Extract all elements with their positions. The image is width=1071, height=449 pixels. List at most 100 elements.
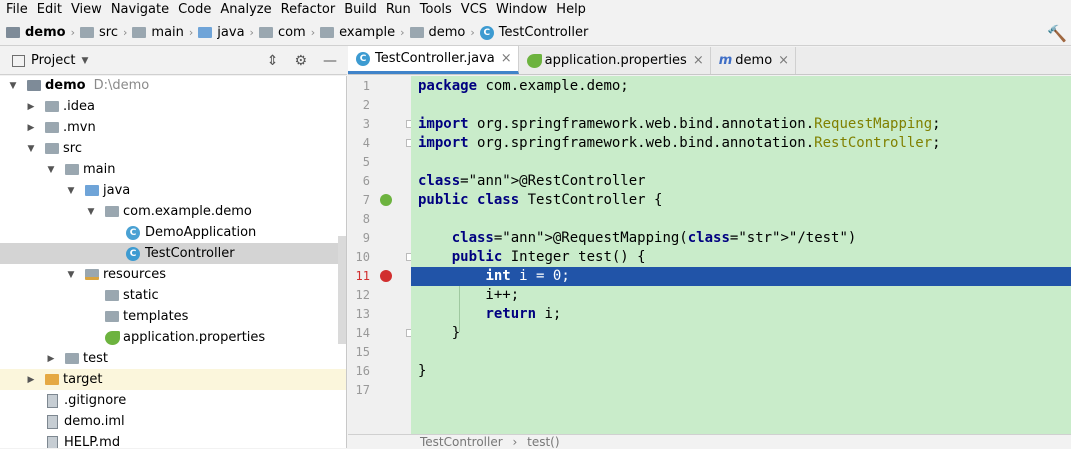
tree-item-demoapplication[interactable]: C DemoApplication: [0, 222, 346, 243]
code-line[interactable]: int i = 0;: [411, 267, 1071, 286]
code-line[interactable]: class="ann">@RequestMapping(class="str">…: [411, 229, 1071, 248]
chevron-down-icon[interactable]: ▼: [86, 207, 96, 217]
tree-item-gitignore[interactable]: .gitignore: [0, 390, 346, 411]
tree-item-demo-iml[interactable]: demo.iml: [0, 411, 346, 432]
class-icon: C: [126, 246, 140, 261]
spring-bean-icon[interactable]: [380, 194, 392, 206]
crumb-java[interactable]: java ›: [198, 20, 259, 46]
class-icon: C: [356, 51, 370, 66]
module-folder-icon: [27, 80, 41, 91]
code-line[interactable]: [411, 153, 1071, 172]
chevron-right-icon[interactable]: ▶: [26, 123, 36, 133]
code-line[interactable]: [411, 96, 1071, 115]
menu-window[interactable]: Window: [494, 0, 554, 20]
tree-item-java[interactable]: ▼ java: [0, 180, 346, 201]
tab-application-properties[interactable]: application.properties ×: [519, 47, 711, 74]
menu-analyze[interactable]: Analyze: [218, 0, 278, 20]
chevron-down-icon[interactable]: ▼: [66, 186, 76, 196]
code-line[interactable]: import org.springframework.web.bind.anno…: [411, 115, 1071, 134]
spring-properties-icon: [105, 330, 120, 345]
breakpoint-icon[interactable]: [380, 270, 392, 282]
tree-item-test[interactable]: ▶ test: [0, 348, 346, 369]
line-number: 4: [362, 136, 370, 150]
menu-file[interactable]: File: [4, 0, 35, 20]
tree-item-src[interactable]: ▼ src: [0, 138, 346, 159]
line-number: 8: [362, 212, 370, 226]
chevron-right-icon[interactable]: ▶: [46, 354, 56, 364]
menu-edit[interactable]: Edit: [35, 0, 69, 20]
tree-item-target[interactable]: ▶ target: [0, 369, 346, 390]
chevron-down-icon[interactable]: ▼: [46, 165, 56, 175]
tab-demo-pom[interactable]: m demo ×: [711, 47, 797, 74]
menu-refactor[interactable]: Refactor: [279, 0, 343, 20]
crumb-demo[interactable]: demo ›: [6, 20, 80, 46]
collapse-all-icon[interactable]: ⇕: [267, 53, 279, 69]
close-icon[interactable]: ×: [693, 53, 704, 68]
tree-item-package[interactable]: ▼ com.example.demo: [0, 201, 346, 222]
tree-item-resources[interactable]: ▼ resources: [0, 264, 346, 285]
close-icon[interactable]: ×: [501, 51, 512, 66]
code-line[interactable]: i++;: [411, 286, 1071, 305]
chevron-down-icon[interactable]: ▼: [26, 144, 36, 154]
crumb-com[interactable]: com ›: [258, 20, 320, 46]
editor-breadcrumb: TestController › test(): [348, 434, 1071, 449]
code-line[interactable]: [411, 343, 1071, 362]
crumb-src[interactable]: src ›: [80, 20, 132, 46]
code-line[interactable]: public class TestController {: [411, 191, 1071, 210]
code-line[interactable]: import org.springframework.web.bind.anno…: [411, 134, 1071, 153]
tree-item-label: demo.iml: [64, 414, 125, 429]
menu-build[interactable]: Build: [342, 0, 384, 20]
chevron-down-icon[interactable]: ▼: [66, 270, 76, 280]
menu-vcs[interactable]: VCS: [459, 0, 494, 20]
code-editor[interactable]: package com.example.demo; import org.spri…: [411, 76, 1071, 434]
crumb-example[interactable]: example ›: [320, 20, 409, 46]
code-line[interactable]: public Integer test() {: [411, 248, 1071, 267]
editor-gutter[interactable]: 1 2 3 4 5 6 7 8 9 10 11 12 13 14 15 16 17: [348, 76, 414, 434]
menu-navigate[interactable]: Navigate: [109, 0, 176, 20]
crumb-label: com: [277, 25, 306, 40]
menu-code[interactable]: Code: [176, 0, 218, 20]
crumb-demo-package[interactable]: demo ›: [409, 20, 480, 46]
code-line[interactable]: class="ann">@RestController: [411, 172, 1071, 191]
breadcrumb-method[interactable]: test(): [527, 435, 559, 449]
chevron-right-icon: ›: [400, 26, 405, 39]
hammer-icon[interactable]: 🔨: [1047, 24, 1067, 43]
source-folder-icon: [198, 27, 213, 38]
chevron-right-icon[interactable]: ▶: [26, 102, 36, 112]
tree-item-static[interactable]: static: [0, 285, 346, 306]
chevron-down-icon[interactable]: ▼: [8, 81, 18, 91]
menu-view[interactable]: View: [69, 0, 109, 20]
code-line[interactable]: return i;: [411, 305, 1071, 324]
hide-icon[interactable]: —: [323, 53, 337, 69]
menu-help[interactable]: Help: [554, 0, 593, 20]
module-folder-icon: [6, 27, 20, 38]
crumb-main[interactable]: main ›: [132, 20, 198, 46]
tree-item-mvn[interactable]: ▶ .mvn: [0, 117, 346, 138]
tab-testcontroller-java[interactable]: C TestController.java ×: [348, 46, 519, 74]
menu-tools[interactable]: Tools: [418, 0, 459, 20]
code-line[interactable]: [411, 210, 1071, 229]
tree-item-help-md[interactable]: HELP.md: [0, 432, 346, 448]
gear-icon[interactable]: ⚙: [294, 53, 307, 69]
code-line[interactable]: package com.example.demo;: [411, 77, 1071, 96]
tree-item-demo[interactable]: ▼ demo D:\demo: [0, 76, 346, 96]
scrollbar[interactable]: [338, 236, 346, 344]
code-line[interactable]: [411, 381, 1071, 400]
project-view-selector[interactable]: Project ▼: [12, 53, 88, 68]
tree-item-testcontroller[interactable]: C TestController: [0, 243, 346, 264]
breadcrumb: demo › src › main › java › com › example › dem…: [0, 20, 1071, 46]
close-icon[interactable]: ×: [778, 53, 789, 68]
code-line[interactable]: }: [411, 362, 1071, 381]
line-number: 6: [362, 174, 370, 188]
crumb-label: demo: [25, 25, 66, 40]
tree-item-main[interactable]: ▼ main: [0, 159, 346, 180]
breadcrumb-class[interactable]: TestController: [420, 435, 503, 449]
tree-item-templates[interactable]: templates: [0, 306, 346, 327]
crumb-testcontroller[interactable]: C TestController: [479, 20, 588, 46]
chevron-right-icon[interactable]: ▶: [26, 375, 36, 385]
chevron-right-icon: ›: [310, 26, 316, 39]
code-line[interactable]: }: [411, 324, 1071, 343]
tree-item-idea[interactable]: ▶ .idea: [0, 96, 346, 117]
menu-run[interactable]: Run: [384, 0, 418, 20]
tree-item-application-properties[interactable]: application.properties: [0, 327, 346, 348]
